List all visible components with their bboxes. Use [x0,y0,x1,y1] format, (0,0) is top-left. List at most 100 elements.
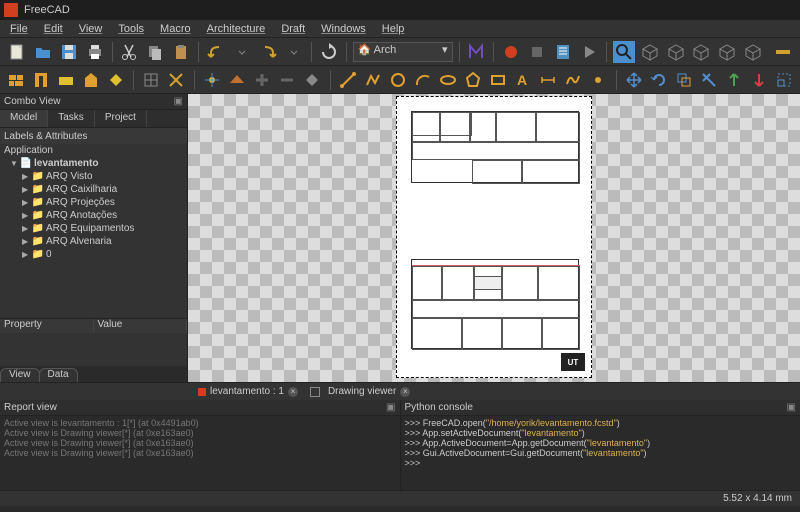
roof-icon[interactable] [228,69,247,91]
tab-project[interactable]: Project [95,110,147,127]
bspline-icon[interactable] [564,69,583,91]
close-icon[interactable]: × [288,387,298,397]
wire-icon[interactable] [364,69,383,91]
tree-item[interactable]: ▶📁ARQ Equipamentos [0,222,187,235]
workbench-selector[interactable]: 🏠 Arch ▾ [353,42,453,62]
document-icon: 📄 [20,158,32,170]
menu-architecture[interactable]: Architecture [199,23,274,35]
remove-icon[interactable] [278,69,297,91]
copy-icon[interactable] [144,41,166,63]
tab-model[interactable]: Model [0,110,48,127]
upgrade-icon[interactable] [725,69,744,91]
macro-icon[interactable] [466,41,488,63]
view-front-icon[interactable] [665,41,687,63]
tab-view[interactable]: View [0,368,40,382]
building-icon[interactable] [81,69,100,91]
menu-help[interactable]: Help [374,23,413,35]
tab-tasks[interactable]: Tasks [48,110,95,127]
prop-col-value[interactable]: Value [94,319,188,333]
model-tree[interactable]: Application ▼📄levantamento ▶📁ARQ Visto ▶… [0,144,187,318]
site-icon[interactable] [106,69,125,91]
panel-undock-icon[interactable]: ▣ [174,96,183,107]
axis-icon[interactable] [203,69,222,91]
refresh-icon[interactable] [318,41,340,63]
save-icon[interactable] [58,41,80,63]
record-icon[interactable] [500,41,522,63]
menu-draft[interactable]: Draft [273,23,313,35]
section-icon[interactable] [167,69,186,91]
rotate-icon[interactable] [650,69,669,91]
close-icon[interactable]: × [400,387,410,397]
menu-file[interactable]: File [2,23,36,35]
text-icon[interactable]: A [514,69,533,91]
menu-tools[interactable]: Tools [110,23,152,35]
polygon-icon[interactable] [464,69,483,91]
menu-edit[interactable]: Edit [36,23,71,35]
tree-root[interactable]: ▼📄levantamento [0,157,187,170]
document-tabs: levantamento : 1× Drawing viewer× [0,382,800,400]
play-icon[interactable] [578,41,600,63]
measure-icon[interactable] [772,41,794,63]
stop-icon[interactable] [526,41,548,63]
structure-icon[interactable] [31,69,50,91]
redo-icon[interactable] [257,41,279,63]
undo-dropdown-icon[interactable] [231,41,253,63]
python-console[interactable]: >>> FreeCAD.open("/home/yorik/levantamen… [401,416,800,490]
report-log[interactable]: Active view is levantamento : 1[*] (at 0… [0,416,400,490]
offset-icon[interactable] [675,69,694,91]
tree-item[interactable]: ▶📁ARQ Visto [0,170,187,183]
doc-tab-drawing[interactable]: Drawing viewer× [304,386,416,397]
tree-app[interactable]: Application [0,144,187,157]
paste-icon[interactable] [170,41,192,63]
macros-icon[interactable] [552,41,574,63]
drawing-page[interactable]: UT [396,96,592,378]
checkbox-icon[interactable] [310,387,320,397]
report-view-panel: Report view▣ Active view is levantamento… [0,400,401,490]
toolbar-arch: A [0,66,800,94]
tree-item[interactable]: ▶📁ARQ Anotações [0,209,187,222]
log-line: Active view is Drawing viewer[*] (at 0xe… [4,428,396,438]
view-rear-icon[interactable] [742,41,764,63]
circle-icon[interactable] [389,69,408,91]
tab-data[interactable]: Data [39,368,78,382]
open-icon[interactable] [32,41,54,63]
cut-icon[interactable] [119,41,141,63]
dimension-icon[interactable] [539,69,558,91]
tree-item[interactable]: ▶📁ARQ Alvenaria [0,235,187,248]
prop-col-property[interactable]: Property [0,319,94,333]
panel-undock-icon[interactable]: ▣ [787,402,796,413]
point-icon[interactable] [589,69,608,91]
python-console-title: Python console [405,402,473,413]
scale-icon[interactable] [775,69,794,91]
panel-undock-icon[interactable]: ▣ [386,402,395,413]
ellipse-icon[interactable] [439,69,458,91]
menu-view[interactable]: View [71,23,111,35]
redo-dropdown-icon[interactable] [283,41,305,63]
zoom-icon[interactable] [613,41,635,63]
view-top-icon[interactable] [691,41,713,63]
doc-tab-levantamento[interactable]: levantamento : 1× [192,386,304,397]
print-icon[interactable] [84,41,106,63]
line-icon[interactable] [339,69,358,91]
tree-item[interactable]: ▶📁ARQ Caixilharia [0,183,187,196]
window-icon[interactable] [142,69,161,91]
view-iso-icon[interactable] [639,41,661,63]
tree-item[interactable]: ▶📁0 [0,248,187,261]
undo-icon[interactable] [205,41,227,63]
menu-macro[interactable]: Macro [152,23,199,35]
3d-viewport[interactable]: UT [188,94,800,382]
new-icon[interactable] [6,41,28,63]
view-right-icon[interactable] [716,41,738,63]
wall-icon[interactable] [6,69,25,91]
floor-icon[interactable] [56,69,75,91]
tree-item[interactable]: ▶📁ARQ Projeções [0,196,187,209]
folder-icon: 📁 [32,171,44,183]
mesh-icon[interactable] [303,69,322,91]
add-icon[interactable] [253,69,272,91]
arc-icon[interactable] [414,69,433,91]
trimex-icon[interactable] [700,69,719,91]
move-icon[interactable] [625,69,644,91]
menu-windows[interactable]: Windows [313,23,374,35]
rectangle-icon[interactable] [489,69,508,91]
downgrade-icon[interactable] [750,69,769,91]
